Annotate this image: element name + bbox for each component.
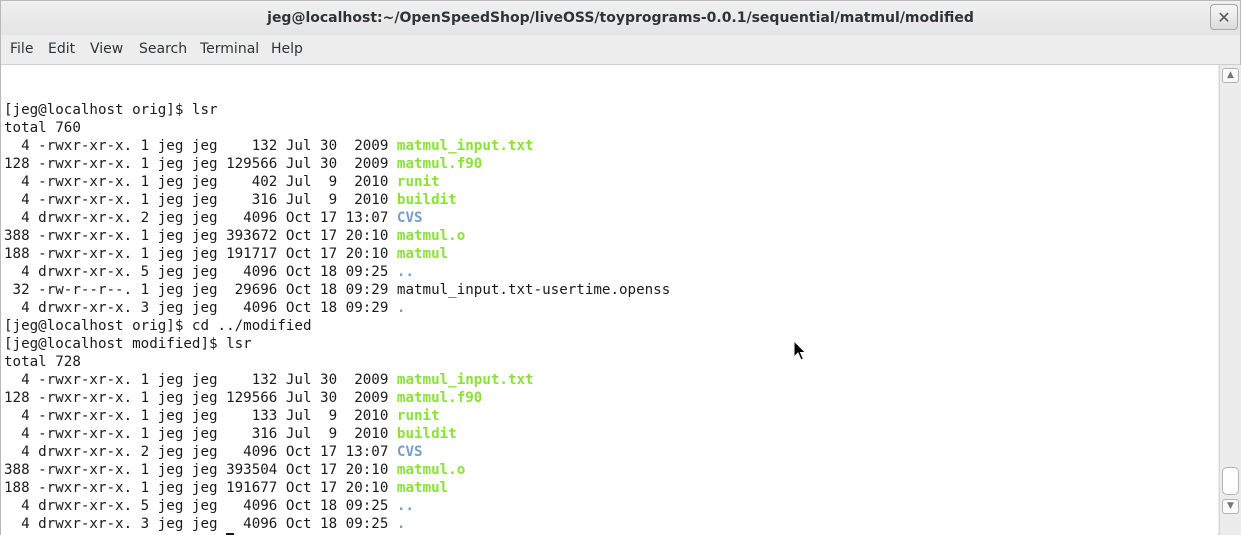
file-name: .. [396,264,415,280]
terminal-line: total 760 [4,119,670,137]
line-text: 4 -rwxr-xr-x. 1 jeg jeg 316 Jul 9 2010 [4,192,397,208]
terminal-line: 4 drwxr-xr-x. 5 jeg jeg 4096 Oct 18 09:2… [4,263,670,281]
menu-file[interactable]: File [10,41,33,57]
terminal-line: 4 -rwxr-xr-x. 1 jeg jeg 132 Jul 30 2009 … [4,371,670,389]
file-name: CVS [396,210,423,226]
line-text: total 728 [4,354,81,370]
line-text: 4 -rwxr-xr-x. 1 jeg jeg 132 Jul 30 2009 [4,372,397,388]
menu-view[interactable]: View [90,41,123,57]
terminal-line: 388 -rwxr-xr-x. 1 jeg jeg 393672 Oct 17 … [4,227,670,245]
line-text: 388 -rwxr-xr-x. 1 jeg jeg 393672 Oct 17 … [4,228,397,244]
terminal-line: 4 drwxr-xr-x. 3 jeg jeg 4096 Oct 18 09:2… [4,515,670,533]
file-name: matmul [396,246,449,262]
file-name: matmul.f90 [396,390,483,406]
terminal-line: 4 -rwxr-xr-x. 1 jeg jeg 133 Jul 9 2010 r… [4,407,670,425]
file-name: .. [396,498,415,514]
title-bar[interactable]: jeg@localhost:~/OpenSpeedShop/liveOSS/to… [1,1,1240,35]
scroll-down-button[interactable]: ▼ [1222,499,1239,514]
line-text: 4 -rwxr-xr-x. 1 jeg jeg 133 Jul 9 2010 [4,408,397,424]
file-name: matmul_input.txt-usertime.openss [396,282,671,298]
mouse-pointer-icon [793,340,807,361]
chevron-up-icon: ▲ [1227,70,1234,80]
file-name: CVS [396,444,423,460]
terminal-line: 4 drwxr-xr-x. 2 jeg jeg 4096 Oct 17 13:0… [4,209,670,227]
line-text: 128 -rwxr-xr-x. 1 jeg jeg 129566 Jul 30 … [4,156,397,172]
file-name: runit [396,174,440,190]
line-text: 4 drwxr-xr-x. 2 jeg jeg 4096 Oct 17 13:0… [4,444,397,460]
line-text: 4 -rwxr-xr-x. 1 jeg jeg 316 Jul 9 2010 [4,426,397,442]
terminal-line: 188 -rwxr-xr-x. 1 jeg jeg 191717 Oct 17 … [4,245,670,263]
line-text: 188 -rwxr-xr-x. 1 jeg jeg 191717 Oct 17 … [4,246,397,262]
file-name: . [396,516,406,532]
terminal-line: 4 -rwxr-xr-x. 1 jeg jeg 132 Jul 30 2009 … [4,137,670,155]
terminal-line: [jeg@localhost orig]$ lsr [4,101,670,119]
file-name: matmul.o [396,228,466,244]
terminal-line: [jeg@localhost orig]$ cd ../modified [4,317,670,335]
terminal-window: jeg@localhost:~/OpenSpeedShop/liveOSS/to… [0,0,1241,535]
menu-search[interactable]: Search [139,41,187,57]
file-name: matmul_input.txt [396,138,534,154]
line-text: 4 -rwxr-xr-x. 1 jeg jeg 402 Jul 9 2010 [4,174,397,190]
menu-terminal[interactable]: Terminal [200,41,259,57]
close-icon: ✕ [1217,8,1231,27]
file-name: matmul [396,480,449,496]
file-name: buildit [396,192,457,208]
terminal-line: [jeg@localhost modified]$ lsr [4,335,670,353]
line-text: 4 -rwxr-xr-x. 1 jeg jeg 132 Jul 30 2009 [4,138,397,154]
line-text: total 760 [4,120,81,136]
scroll-up-button[interactable]: ▲ [1222,68,1239,83]
line-text: 4 drwxr-xr-x. 2 jeg jeg 4096 Oct 17 13:0… [4,210,397,226]
line-text: 32 -rw-r--r--. 1 jeg jeg 29696 Oct 18 09… [4,282,397,298]
terminal-line: 4 -rwxr-xr-x. 1 jeg jeg 316 Jul 9 2010 b… [4,425,670,443]
vertical-scrollbar[interactable]: ▲ ▼ [1219,65,1241,535]
terminal-line: 4 -rwxr-xr-x. 1 jeg jeg 402 Jul 9 2010 r… [4,173,670,191]
line-text: 128 -rwxr-xr-x. 1 jeg jeg 129566 Jul 30 … [4,390,397,406]
file-name: runit [396,408,440,424]
menu-bar: File Edit View Search Terminal Help [1,36,1240,65]
file-name: matmul_input.txt [396,372,534,388]
window-title: jeg@localhost:~/OpenSpeedShop/liveOSS/to… [267,10,974,26]
file-name: buildit [396,426,457,442]
terminal-line: 188 -rwxr-xr-x. 1 jeg jeg 191677 Oct 17 … [4,479,670,497]
close-button[interactable]: ✕ [1210,4,1238,30]
terminal-line: 32 -rw-r--r--. 1 jeg jeg 29696 Oct 18 09… [4,281,671,299]
terminal-line: 4 drwxr-xr-x. 5 jeg jeg 4096 Oct 18 09:2… [4,497,670,515]
terminal-line: total 728 [4,353,670,371]
line-text: 388 -rwxr-xr-x. 1 jeg jeg 393504 Oct 17 … [4,462,397,478]
terminal-line: 128 -rwxr-xr-x. 1 jeg jeg 129566 Jul 30 … [4,389,670,407]
line-text: [jeg@localhost orig]$ lsr [4,102,218,118]
terminal-lines: [jeg@localhost orig]$ lsr total 760 4 -rw… [4,83,670,535]
line-text: [jeg@localhost orig]$ cd ../modified [4,318,312,334]
terminal-line: 4 drwxr-xr-x. 3 jeg jeg 4096 Oct 18 09:2… [4,299,670,317]
terminal-line: 4 drwxr-xr-x. 2 jeg jeg 4096 Oct 17 13:0… [4,443,670,461]
file-name: . [396,300,406,316]
line-text: 4 drwxr-xr-x. 3 jeg jeg 4096 Oct 18 09:2… [4,300,397,316]
line-text: 4 drwxr-xr-x. 5 jeg jeg 4096 Oct 18 09:2… [4,264,397,280]
file-name: matmul.f90 [396,156,483,172]
scrollbar-thumb[interactable] [1222,467,1239,495]
menu-edit[interactable]: Edit [48,41,75,57]
line-text: 4 drwxr-xr-x. 3 jeg jeg 4096 Oct 18 09:2… [4,516,397,532]
file-name: matmul.o [396,462,466,478]
terminal-line: 388 -rwxr-xr-x. 1 jeg jeg 393504 Oct 17 … [4,461,670,479]
line-text: 188 -rwxr-xr-x. 1 jeg jeg 191677 Oct 17 … [4,480,397,496]
line-text: 4 drwxr-xr-x. 5 jeg jeg 4096 Oct 18 09:2… [4,498,397,514]
chevron-down-icon: ▼ [1227,501,1234,511]
line-text: [jeg@localhost modified]$ lsr [4,336,252,352]
terminal-output[interactable]: [jeg@localhost orig]$ lsr total 760 4 -rw… [1,65,1218,535]
terminal-line: 4 -rwxr-xr-x. 1 jeg jeg 316 Jul 9 2010 b… [4,191,670,209]
menu-help[interactable]: Help [271,41,303,57]
terminal-line: 128 -rwxr-xr-x. 1 jeg jeg 129566 Jul 30 … [4,155,670,173]
